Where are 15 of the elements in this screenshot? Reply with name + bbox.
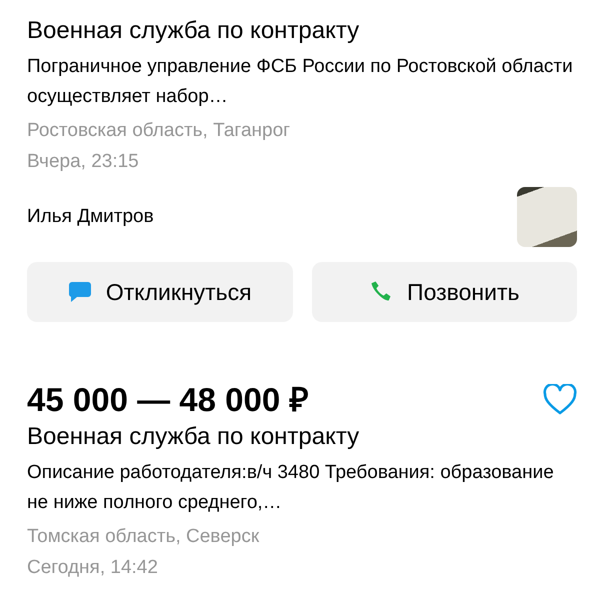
- listing-description: Описание работодателя:в/ч 3480 Требования: образование не ниже полного среднего,…: [27, 461, 555, 515]
- photo-placeholder: [517, 187, 577, 247]
- reply-button[interactable]: Откликнуться: [27, 262, 292, 322]
- location-text: Томская область, Северск: [27, 525, 260, 549]
- location-text: Ростовская область, Таганрог: [27, 119, 292, 143]
- date-text: Сегодня, 14:42: [27, 556, 159, 580]
- date-text: Вчера, 23:15: [27, 150, 140, 174]
- author-name: Илья Дмитров: [27, 204, 154, 229]
- listing-title: Военная служба по контракту: [27, 16, 360, 46]
- call-button[interactable]: Позвонить: [312, 262, 577, 322]
- favorite-heart-icon[interactable]: [543, 384, 577, 416]
- price: 45 000 — 48 000 ₽: [27, 380, 308, 420]
- chat-bubble-icon: [68, 281, 92, 303]
- listing-title: Военная служба по контракту: [27, 422, 360, 452]
- listing-description: Пограничное управление ФСБ России по Ростовской области осуществляет набор…: [27, 55, 574, 109]
